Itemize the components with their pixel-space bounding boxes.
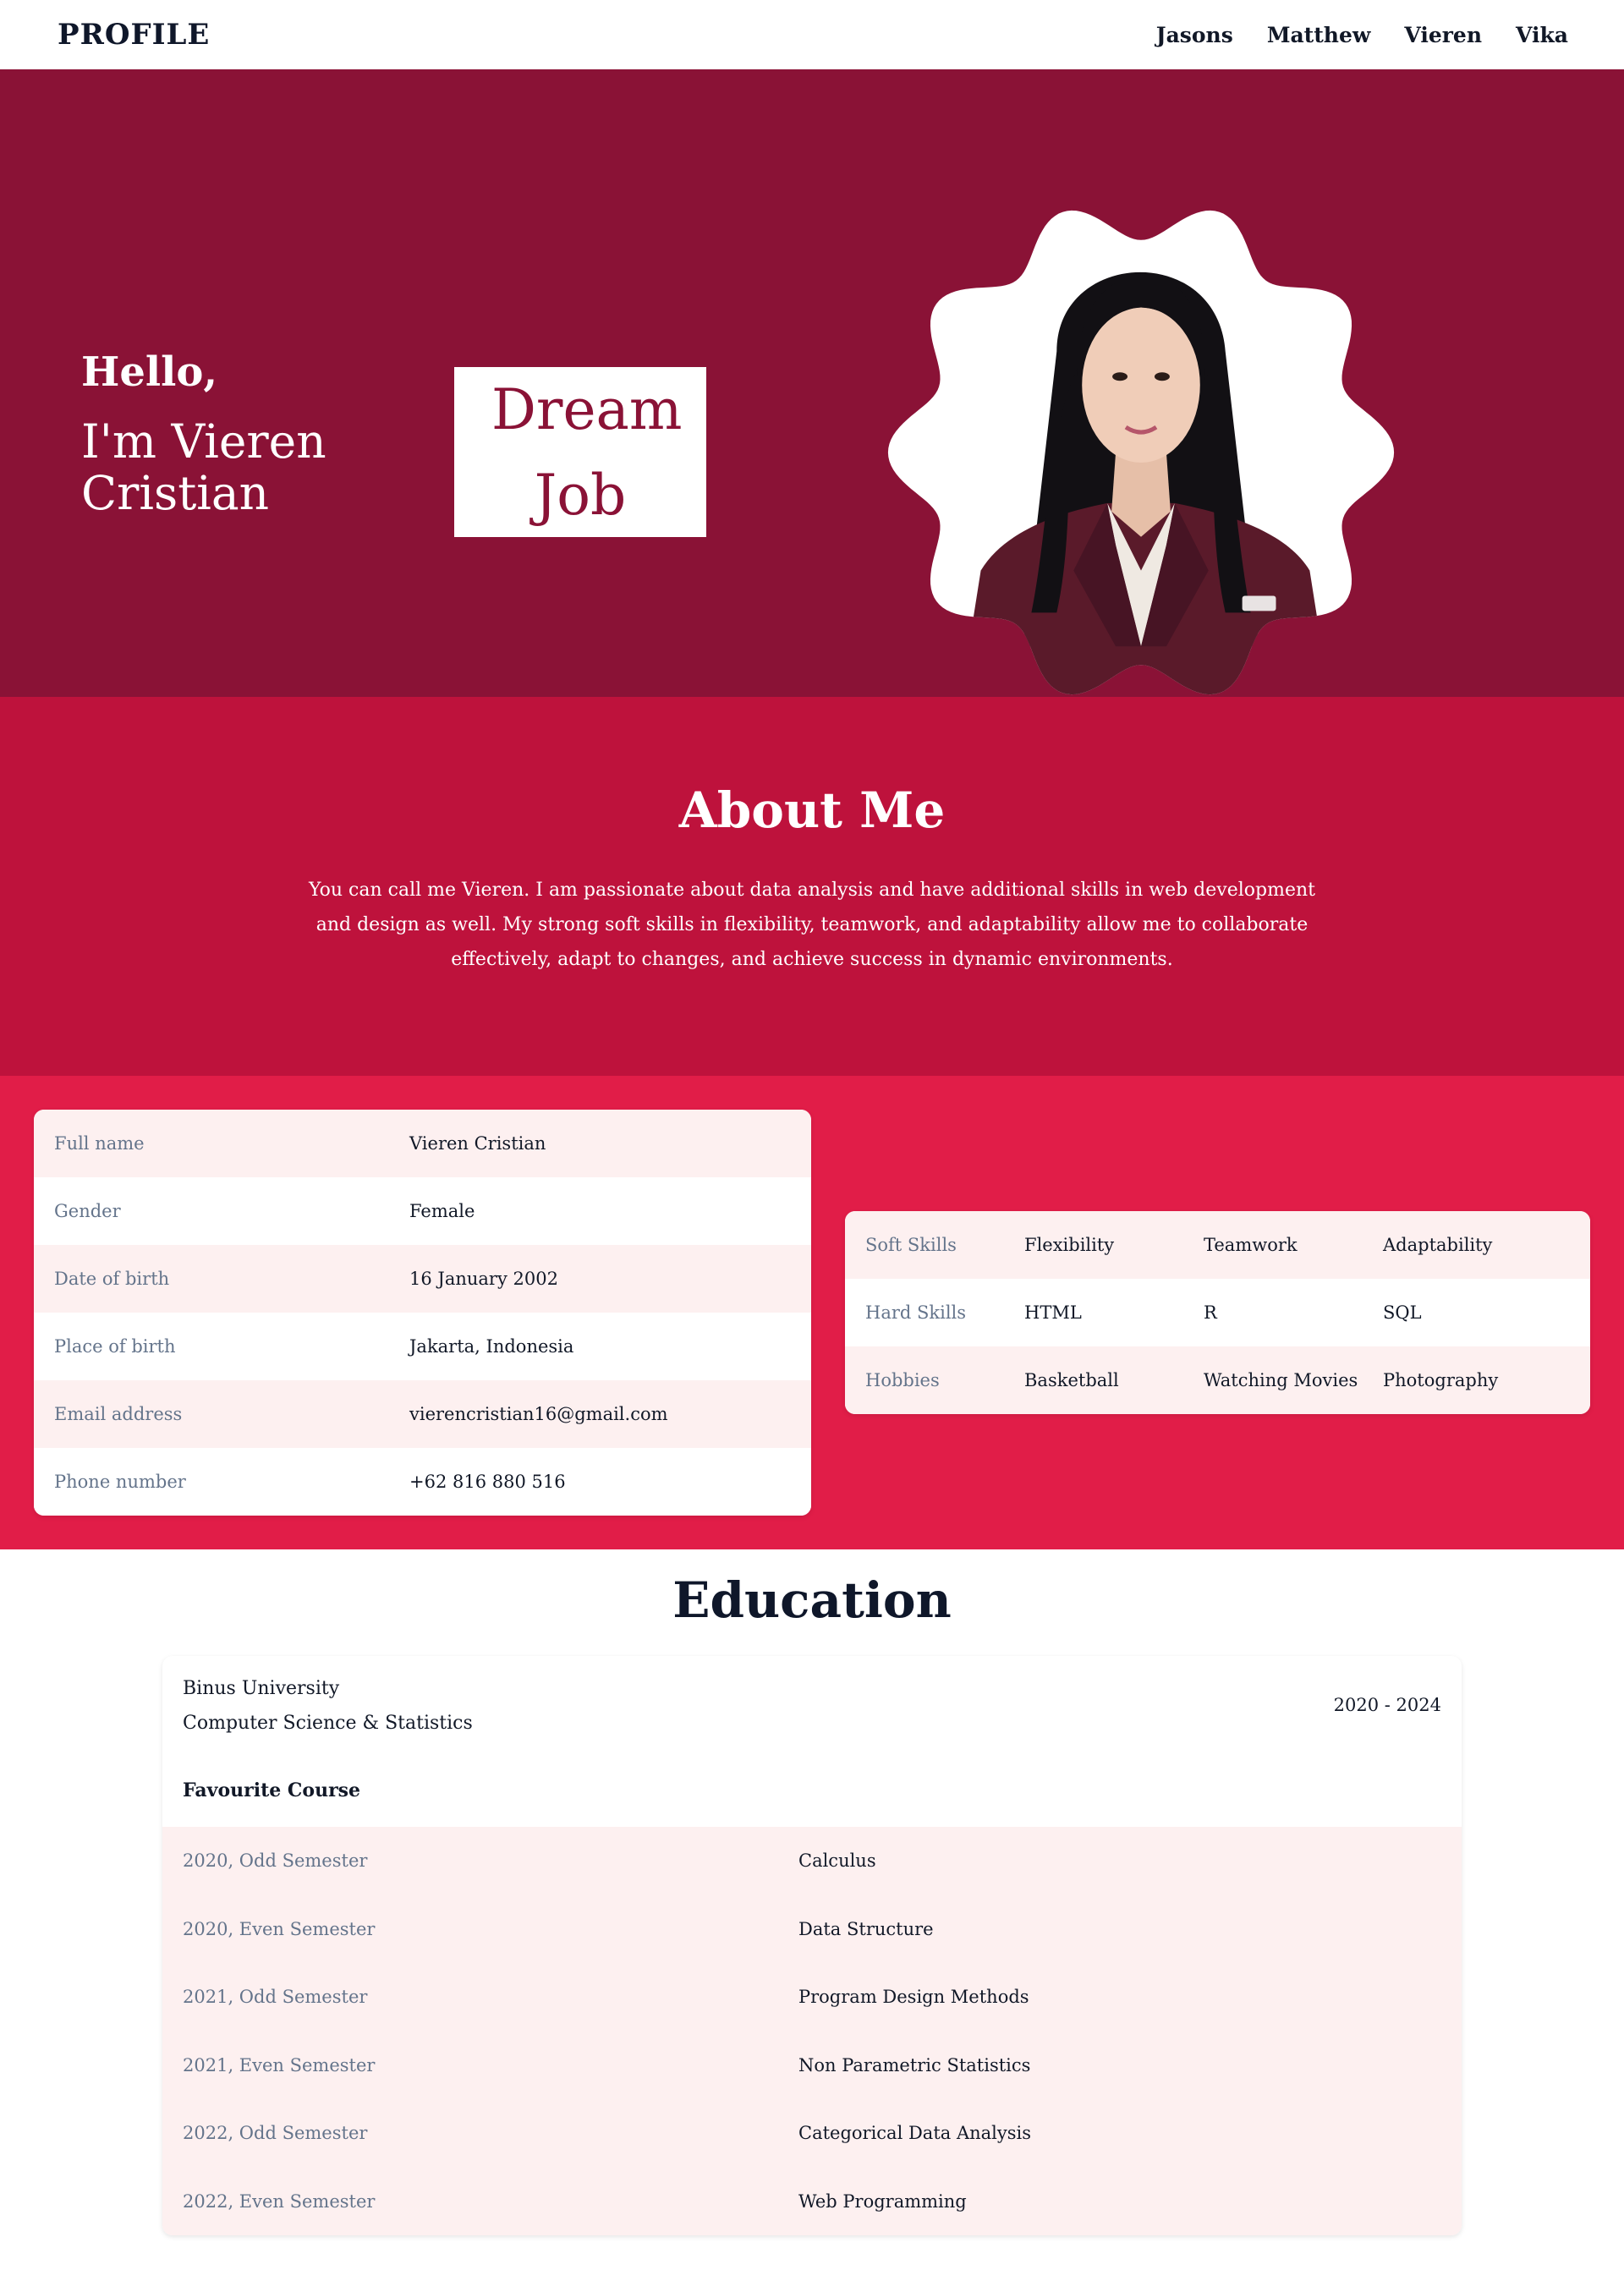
table-row: 2021, Odd Semester Program Design Method…: [162, 1963, 1462, 2031]
hard-skill-item: R: [1204, 1302, 1217, 1323]
hard-skills-label: Hard Skills: [865, 1302, 967, 1323]
date-of-birth-value: 16 January 2002: [409, 1269, 558, 1289]
hobby-item: Basketball: [1024, 1370, 1119, 1390]
course-name: Non Parametric Statistics: [798, 2054, 1031, 2075]
place-of-birth-value: Jakarta, Indonesia: [409, 1336, 574, 1357]
education-header: Binus University Computer Science & Stat…: [162, 1656, 1462, 1827]
education-section: Education Binus University Computer Scie…: [0, 1549, 1624, 2270]
hero-name: I'm Vieren Cristian: [81, 414, 326, 520]
email-label: Email address: [54, 1404, 183, 1424]
nav-links: Jasons Matthew Vieren Vika: [1156, 23, 1568, 47]
semester-label: 2020, Even Semester: [183, 1918, 376, 1939]
table-row: 2020, Even Semester Data Structure: [162, 1894, 1462, 1963]
nav-link-jasons[interactable]: Jasons: [1156, 23, 1233, 47]
full-name-value: Vieren Cristian: [409, 1133, 546, 1154]
course-name: Program Design Methods: [798, 1987, 1029, 2008]
table-row: Phone number +62 816 880 516: [34, 1448, 811, 1516]
nav-link-vieren[interactable]: Vieren: [1404, 23, 1482, 47]
table-row: 2021, Even Semester Non Parametric Stati…: [162, 2031, 1462, 2099]
top-nav: PROFILE Jasons Matthew Vieren Vika: [0, 0, 1624, 69]
nav-link-matthew[interactable]: Matthew: [1267, 23, 1371, 47]
soft-skill-item: Flexibility: [1024, 1235, 1115, 1255]
course-name: Categorical Data Analysis: [798, 2123, 1032, 2144]
semester-label: 2022, Even Semester: [183, 2190, 376, 2212]
gender-label: Gender: [54, 1201, 121, 1221]
soft-skill-item: Teamwork: [1204, 1235, 1298, 1255]
hero-section: Hello, I'm Vieren Cristian Dream Job: [0, 69, 1624, 697]
dream-job-line-1: Dream: [491, 376, 683, 442]
full-name-label: Full name: [54, 1133, 145, 1154]
hobby-item: Photography: [1383, 1370, 1499, 1390]
table-row: 2022, Odd Semester Categorical Data Anal…: [162, 2099, 1462, 2168]
soft-skill-item: Adaptability: [1383, 1235, 1493, 1255]
about-text: You can call me Vieren. I am passionate …: [309, 880, 1315, 970]
place-of-birth-label: Place of birth: [54, 1336, 176, 1357]
course-name: Calculus: [798, 1851, 876, 1872]
education-card: Binus University Computer Science & Stat…: [162, 1656, 1462, 2235]
university-name: Binus University: [183, 1678, 340, 1699]
education-title: Education: [672, 1571, 952, 1629]
table-row: Hobbies Basketball Watching Movies Photo…: [845, 1346, 1590, 1414]
table-row: Hard Skills HTML R SQL: [845, 1279, 1590, 1346]
semester-label: 2020, Odd Semester: [183, 1851, 368, 1872]
hero-greeting: Hello,: [81, 348, 218, 396]
semester-label: 2022, Odd Semester: [183, 2123, 368, 2144]
table-row: Place of birth Jakarta, Indonesia: [34, 1313, 811, 1380]
course-name: Web Programming: [798, 2190, 967, 2212]
date-of-birth-label: Date of birth: [54, 1269, 170, 1289]
table-row: Email address vierencristian16@gmail.com: [34, 1380, 811, 1448]
table-row: Gender Female: [34, 1177, 811, 1245]
email-value: vierencristian16@gmail.com: [409, 1404, 668, 1424]
hard-skill-item: HTML: [1024, 1302, 1082, 1323]
skills-table: Soft Skills Flexibility Teamwork Adaptab…: [845, 1211, 1590, 1414]
hobbies-label: Hobbies: [865, 1370, 940, 1390]
dream-job-line-2: Job: [534, 462, 627, 528]
table-row: 2022, Even Semester Web Programming: [162, 2167, 1462, 2235]
details-section: Full name Vieren Cristian Gender Female …: [0, 1076, 1624, 1549]
portrait-photo-icon: [887, 210, 1395, 695]
dream-job-box: Dream Job: [454, 367, 706, 537]
semester-label: 2021, Even Semester: [183, 2054, 376, 2075]
table-row: Full name Vieren Cristian: [34, 1110, 811, 1177]
personal-info-table: Full name Vieren Cristian Gender Female …: [34, 1110, 811, 1516]
brand-title[interactable]: PROFILE: [58, 18, 210, 52]
gender-value: Female: [409, 1201, 475, 1221]
major-name: Computer Science & Statistics: [183, 1713, 473, 1734]
table-row: Date of birth 16 January 2002: [34, 1245, 811, 1313]
soft-skills-label: Soft Skills: [865, 1235, 957, 1255]
profile-photo: [863, 174, 1419, 731]
nav-link-vika[interactable]: Vika: [1516, 23, 1568, 47]
course-name: Data Structure: [798, 1918, 934, 1939]
hobby-item: Watching Movies: [1204, 1370, 1358, 1390]
table-row: 2020, Odd Semester Calculus: [162, 1827, 1462, 1895]
phone-value: +62 816 880 516: [409, 1472, 566, 1492]
semester-label: 2021, Odd Semester: [183, 1987, 368, 2008]
study-years: 2020 - 2024: [1333, 1695, 1441, 1715]
about-section: About Me You can call me Vieren. I am pa…: [0, 697, 1624, 1076]
hard-skill-item: SQL: [1383, 1302, 1422, 1323]
table-row: Soft Skills Flexibility Teamwork Adaptab…: [845, 1211, 1590, 1279]
favourite-course-title: Favourite Course: [183, 1779, 361, 1801]
phone-label: Phone number: [54, 1472, 186, 1492]
